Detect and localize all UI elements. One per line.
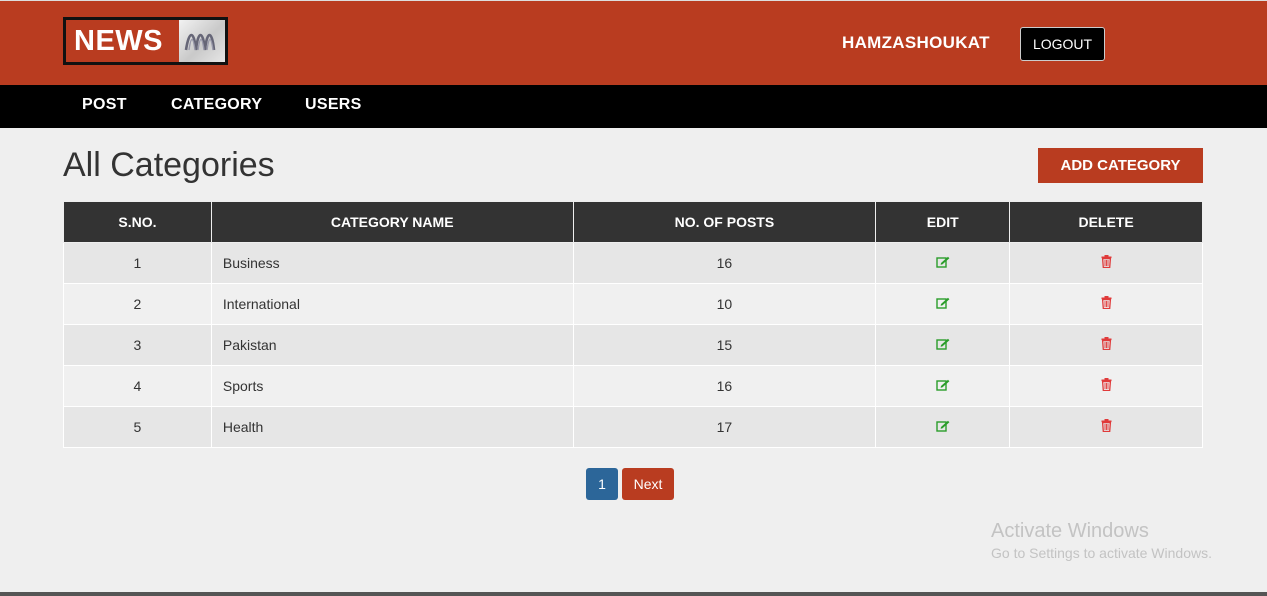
- delete-cell: [1009, 283, 1203, 325]
- username-label: HAMZASHOUKAT: [842, 33, 990, 52]
- edit-cell: [875, 283, 1011, 325]
- row-category-name: Sports: [210, 365, 574, 407]
- row-sno: 1: [63, 242, 212, 284]
- edit-cell: [875, 365, 1011, 407]
- edit-icon[interactable]: [936, 337, 950, 353]
- row-category-name: International: [210, 283, 574, 325]
- delete-cell: [1009, 324, 1203, 366]
- row-post-count: 16: [572, 365, 877, 407]
- edit-cell: [875, 406, 1011, 448]
- edit-icon[interactable]: [936, 255, 950, 271]
- logo-text: NEWS: [74, 25, 163, 57]
- row-category-name: Pakistan: [210, 324, 574, 366]
- delete-cell: [1009, 365, 1203, 407]
- table-row: 4 Sports 16: [63, 365, 1203, 407]
- table-row: 1 Business 16: [63, 242, 1203, 284]
- site-header: NEWS HAMZASHOUKAT LOGOUT: [0, 0, 1267, 85]
- nav-item-users[interactable]: USERS: [305, 85, 362, 125]
- bottom-edge: [0, 592, 1267, 596]
- delete-cell: [1009, 406, 1203, 448]
- page-title: All Categories: [63, 146, 275, 184]
- column-header-posts: NO. OF POSTS: [572, 201, 877, 243]
- logout-button[interactable]: LOGOUT: [1020, 27, 1105, 61]
- trash-icon[interactable]: [1101, 255, 1112, 271]
- trash-icon[interactable]: [1101, 296, 1112, 312]
- column-header-sno: S.NO.: [63, 201, 212, 243]
- row-sno: 4: [63, 365, 212, 407]
- edit-icon[interactable]: [936, 419, 950, 435]
- delete-cell: [1009, 242, 1203, 284]
- nav-item-post[interactable]: POST: [82, 85, 127, 125]
- categories-table: S.NO. CATEGORY NAME NO. OF POSTS EDIT DE…: [63, 201, 1203, 448]
- add-category-button[interactable]: ADD CATEGORY: [1038, 148, 1203, 183]
- main-nav: POST CATEGORY USERS: [0, 85, 1267, 128]
- edit-icon[interactable]: [936, 296, 950, 312]
- row-post-count: 17: [572, 406, 877, 448]
- pagination-page-1[interactable]: 1: [586, 468, 618, 500]
- edit-cell: [875, 324, 1011, 366]
- trash-icon[interactable]: [1101, 337, 1112, 353]
- row-category-name: Business: [210, 242, 574, 284]
- pagination-next-button[interactable]: Next: [622, 468, 674, 500]
- table-row: 2 International 10: [63, 283, 1203, 325]
- column-header-category-name: CATEGORY NAME: [210, 201, 574, 243]
- column-header-edit: EDIT: [875, 201, 1011, 243]
- table-row: 5 Health 17: [63, 406, 1203, 448]
- row-post-count: 15: [572, 324, 877, 366]
- table-header-row: S.NO. CATEGORY NAME NO. OF POSTS EDIT DE…: [63, 201, 1203, 243]
- row-category-name: Health: [210, 406, 574, 448]
- row-sno: 5: [63, 406, 212, 448]
- table-row: 3 Pakistan 15: [63, 324, 1203, 366]
- edit-icon[interactable]: [936, 378, 950, 394]
- row-sno: 3: [63, 324, 212, 366]
- column-header-delete: DELETE: [1009, 201, 1203, 243]
- nav-item-category[interactable]: CATEGORY: [171, 85, 262, 125]
- row-sno: 2: [63, 283, 212, 325]
- trash-icon[interactable]: [1101, 378, 1112, 394]
- edit-cell: [875, 242, 1011, 284]
- abc-logo-icon: [179, 20, 225, 62]
- row-post-count: 10: [572, 283, 877, 325]
- row-post-count: 16: [572, 242, 877, 284]
- trash-icon[interactable]: [1101, 419, 1112, 435]
- site-logo[interactable]: NEWS: [63, 17, 228, 65]
- activate-windows-subtitle: Go to Settings to activate Windows.: [991, 545, 1212, 561]
- activate-windows-title: Activate Windows: [991, 520, 1149, 542]
